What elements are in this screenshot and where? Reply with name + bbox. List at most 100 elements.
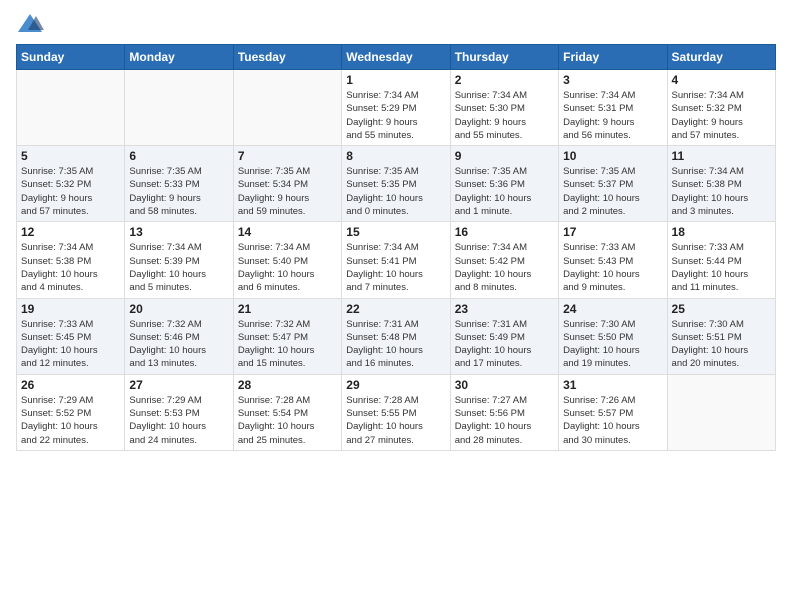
day-info: Sunrise: 7:34 AM Sunset: 5:32 PM Dayligh… [672, 89, 771, 142]
calendar-header-friday: Friday [559, 45, 667, 70]
day-number: 10 [563, 149, 662, 163]
day-number: 1 [346, 73, 445, 87]
day-info: Sunrise: 7:26 AM Sunset: 5:57 PM Dayligh… [563, 394, 662, 447]
day-number: 19 [21, 302, 120, 316]
day-number: 13 [129, 225, 228, 239]
calendar-cell: 8 Sunrise: 7:35 AM Sunset: 5:35 PM Daylig… [342, 146, 450, 222]
day-info: Sunrise: 7:32 AM Sunset: 5:47 PM Dayligh… [238, 318, 337, 371]
calendar-cell: 24 Sunrise: 7:30 AM Sunset: 5:50 PM Dayli… [559, 298, 667, 374]
calendar-header-wednesday: Wednesday [342, 45, 450, 70]
day-number: 12 [21, 225, 120, 239]
calendar-header-saturday: Saturday [667, 45, 775, 70]
day-number: 25 [672, 302, 771, 316]
calendar-cell: 12Sunrise: 7:34 AM Sunset: 5:38 PM Dayli… [17, 222, 125, 298]
day-info: Sunrise: 7:33 AM Sunset: 5:43 PM Dayligh… [563, 241, 662, 294]
day-number: 11 [672, 149, 771, 163]
day-number: 15 [346, 225, 445, 239]
day-number: 24 [563, 302, 662, 316]
day-info: Sunrise: 7:35 AM Sunset: 5:33 PM Dayligh… [129, 165, 228, 218]
calendar-cell: 3 Sunrise: 7:34 AM Sunset: 5:31 PM Daylig… [559, 70, 667, 146]
calendar-week-1: 5 Sunrise: 7:35 AM Sunset: 5:32 PM Daylig… [17, 146, 776, 222]
day-info: Sunrise: 7:34 AM Sunset: 5:30 PM Dayligh… [455, 89, 554, 142]
day-number: 16 [455, 225, 554, 239]
calendar-cell: 30 Sunrise: 7:27 AM Sunset: 5:56 PM Dayli… [450, 374, 558, 450]
calendar-cell: 13 Sunrise: 7:34 AM Sunset: 5:39 PM Dayli… [125, 222, 233, 298]
calendar-cell: 1 Sunrise: 7:34 AM Sunset: 5:29 PM Daylig… [342, 70, 450, 146]
day-info: Sunrise: 7:35 AM Sunset: 5:35 PM Dayligh… [346, 165, 445, 218]
calendar-header-sunday: Sunday [17, 45, 125, 70]
calendar-cell: 21 Sunrise: 7:32 AM Sunset: 5:47 PM Dayli… [233, 298, 341, 374]
calendar-week-4: 26Sunrise: 7:29 AM Sunset: 5:52 PM Dayli… [17, 374, 776, 450]
calendar-cell: 14 Sunrise: 7:34 AM Sunset: 5:40 PM Dayli… [233, 222, 341, 298]
calendar-week-3: 19 Sunrise: 7:33 AM Sunset: 5:45 PM Dayli… [17, 298, 776, 374]
day-number: 3 [563, 73, 662, 87]
calendar-cell: 26Sunrise: 7:29 AM Sunset: 5:52 PM Dayli… [17, 374, 125, 450]
calendar-cell: 9 Sunrise: 7:35 AM Sunset: 5:36 PM Daylig… [450, 146, 558, 222]
day-info: Sunrise: 7:29 AM Sunset: 5:53 PM Dayligh… [129, 394, 228, 447]
calendar-header-monday: Monday [125, 45, 233, 70]
calendar-cell: 4 Sunrise: 7:34 AM Sunset: 5:32 PM Daylig… [667, 70, 775, 146]
calendar-cell [17, 70, 125, 146]
day-number: 14 [238, 225, 337, 239]
day-info: Sunrise: 7:35 AM Sunset: 5:37 PM Dayligh… [563, 165, 662, 218]
day-number: 21 [238, 302, 337, 316]
day-info: Sunrise: 7:31 AM Sunset: 5:48 PM Dayligh… [346, 318, 445, 371]
calendar-header-tuesday: Tuesday [233, 45, 341, 70]
day-number: 2 [455, 73, 554, 87]
day-number: 9 [455, 149, 554, 163]
calendar-cell: 27 Sunrise: 7:29 AM Sunset: 5:53 PM Dayli… [125, 374, 233, 450]
day-info: Sunrise: 7:35 AM Sunset: 5:36 PM Dayligh… [455, 165, 554, 218]
calendar-cell: 18 Sunrise: 7:33 AM Sunset: 5:44 PM Dayli… [667, 222, 775, 298]
day-info: Sunrise: 7:34 AM Sunset: 5:38 PM Dayligh… [672, 165, 771, 218]
calendar-cell: 2 Sunrise: 7:34 AM Sunset: 5:30 PM Daylig… [450, 70, 558, 146]
day-info: Sunrise: 7:34 AM Sunset: 5:41 PM Dayligh… [346, 241, 445, 294]
day-number: 27 [129, 378, 228, 392]
day-number: 6 [129, 149, 228, 163]
day-info: Sunrise: 7:30 AM Sunset: 5:51 PM Dayligh… [672, 318, 771, 371]
day-number: 30 [455, 378, 554, 392]
day-info: Sunrise: 7:30 AM Sunset: 5:50 PM Dayligh… [563, 318, 662, 371]
day-info: Sunrise: 7:28 AM Sunset: 5:54 PM Dayligh… [238, 394, 337, 447]
day-info: Sunrise: 7:34 AM Sunset: 5:31 PM Dayligh… [563, 89, 662, 142]
calendar-cell: 28 Sunrise: 7:28 AM Sunset: 5:54 PM Dayli… [233, 374, 341, 450]
day-info: Sunrise: 7:27 AM Sunset: 5:56 PM Dayligh… [455, 394, 554, 447]
calendar-cell: 20 Sunrise: 7:32 AM Sunset: 5:46 PM Dayli… [125, 298, 233, 374]
calendar-cell [125, 70, 233, 146]
calendar-week-2: 12Sunrise: 7:34 AM Sunset: 5:38 PM Dayli… [17, 222, 776, 298]
day-info: Sunrise: 7:35 AM Sunset: 5:32 PM Dayligh… [21, 165, 120, 218]
day-info: Sunrise: 7:33 AM Sunset: 5:45 PM Dayligh… [21, 318, 120, 371]
day-number: 5 [21, 149, 120, 163]
calendar-cell: 25 Sunrise: 7:30 AM Sunset: 5:51 PM Dayli… [667, 298, 775, 374]
day-info: Sunrise: 7:34 AM Sunset: 5:29 PM Dayligh… [346, 89, 445, 142]
day-info: Sunrise: 7:34 AM Sunset: 5:40 PM Dayligh… [238, 241, 337, 294]
calendar-table: SundayMondayTuesdayWednesdayThursdayFrid… [16, 44, 776, 451]
calendar-cell [667, 374, 775, 450]
calendar-header-row: SundayMondayTuesdayWednesdayThursdayFrid… [17, 45, 776, 70]
day-number: 18 [672, 225, 771, 239]
logo-icon [16, 12, 44, 36]
day-number: 23 [455, 302, 554, 316]
calendar-cell: 16 Sunrise: 7:34 AM Sunset: 5:42 PM Dayli… [450, 222, 558, 298]
calendar-cell: 15 Sunrise: 7:34 AM Sunset: 5:41 PM Dayli… [342, 222, 450, 298]
calendar-week-0: 1 Sunrise: 7:34 AM Sunset: 5:29 PM Daylig… [17, 70, 776, 146]
calendar-cell: 31Sunrise: 7:26 AM Sunset: 5:57 PM Dayli… [559, 374, 667, 450]
calendar-header-thursday: Thursday [450, 45, 558, 70]
calendar-cell [233, 70, 341, 146]
day-number: 28 [238, 378, 337, 392]
calendar-cell: 23 Sunrise: 7:31 AM Sunset: 5:49 PM Dayli… [450, 298, 558, 374]
day-number: 8 [346, 149, 445, 163]
day-number: 22 [346, 302, 445, 316]
day-info: Sunrise: 7:33 AM Sunset: 5:44 PM Dayligh… [672, 241, 771, 294]
calendar-cell: 17Sunrise: 7:33 AM Sunset: 5:43 PM Dayli… [559, 222, 667, 298]
calendar-cell: 29Sunrise: 7:28 AM Sunset: 5:55 PM Dayli… [342, 374, 450, 450]
day-info: Sunrise: 7:34 AM Sunset: 5:39 PM Dayligh… [129, 241, 228, 294]
day-info: Sunrise: 7:29 AM Sunset: 5:52 PM Dayligh… [21, 394, 120, 447]
day-info: Sunrise: 7:32 AM Sunset: 5:46 PM Dayligh… [129, 318, 228, 371]
day-number: 20 [129, 302, 228, 316]
day-info: Sunrise: 7:31 AM Sunset: 5:49 PM Dayligh… [455, 318, 554, 371]
calendar-cell: 19 Sunrise: 7:33 AM Sunset: 5:45 PM Dayli… [17, 298, 125, 374]
calendar-cell: 5 Sunrise: 7:35 AM Sunset: 5:32 PM Daylig… [17, 146, 125, 222]
day-number: 29 [346, 378, 445, 392]
day-info: Sunrise: 7:34 AM Sunset: 5:42 PM Dayligh… [455, 241, 554, 294]
day-number: 4 [672, 73, 771, 87]
